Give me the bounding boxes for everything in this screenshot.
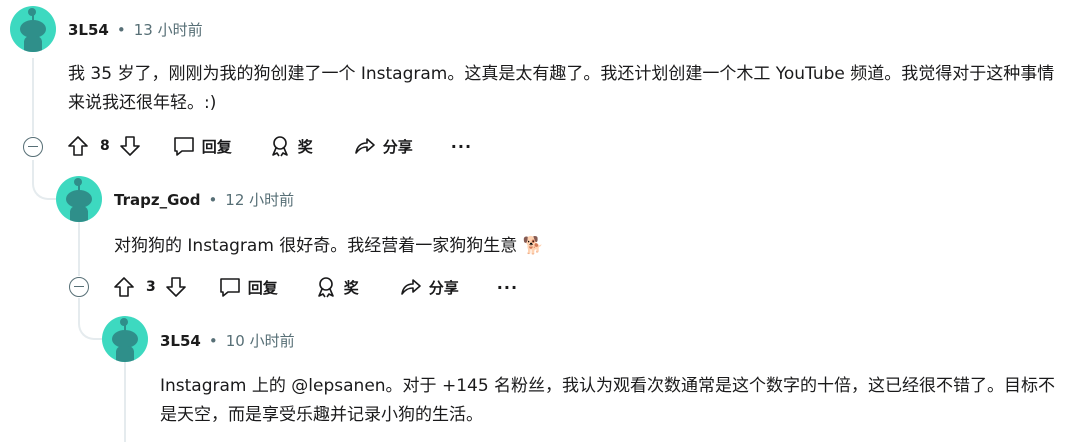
arrow-down-icon[interactable]	[164, 275, 188, 299]
share-arrow-icon	[399, 275, 423, 299]
speech-bubble-icon	[172, 134, 196, 158]
share-button[interactable]: 分享	[399, 275, 459, 299]
avatar[interactable]	[56, 176, 102, 222]
speech-bubble-icon	[218, 275, 242, 299]
more-options-button[interactable]: ···	[451, 137, 472, 156]
comment-body: 我 35 岁了，刚刚为我的狗创建了一个 Instagram。这真是太有趣了。我还…	[68, 64, 1055, 113]
separator-dot: •	[208, 331, 218, 350]
award-button[interactable]: 奖	[314, 275, 359, 299]
reply-button[interactable]: 回复	[172, 134, 232, 158]
separator-dot: •	[116, 20, 126, 39]
reply-label: 回复	[247, 278, 278, 297]
arrow-up-icon[interactable]	[66, 134, 90, 158]
share-label: 分享	[428, 278, 459, 297]
separator-dot: •	[208, 190, 218, 209]
share-button[interactable]: 分享	[353, 134, 413, 158]
share-label: 分享	[382, 137, 413, 156]
reply-label: 回复	[201, 137, 232, 156]
avatar[interactable]	[10, 6, 56, 52]
collapse-button[interactable]	[69, 277, 89, 297]
comment-body: 对狗狗的 Instagram 很好奇。我经营着一家狗狗生意 🐕	[114, 236, 544, 256]
award-ribbon-icon	[314, 275, 338, 299]
collapse-button[interactable]	[23, 137, 43, 157]
reply-button[interactable]: 回复	[218, 275, 278, 299]
timestamp[interactable]: 10 小时前	[226, 330, 295, 351]
award-label: 奖	[343, 278, 359, 297]
vote-count: 8	[100, 138, 110, 154]
award-label: 奖	[297, 137, 313, 156]
vote-count: 3	[146, 279, 156, 295]
award-button[interactable]: 奖	[268, 134, 313, 158]
username[interactable]: 3L54	[68, 21, 109, 39]
username[interactable]: 3L54	[160, 332, 201, 350]
timestamp[interactable]: 12 小时前	[225, 189, 294, 210]
award-ribbon-icon	[268, 134, 292, 158]
comment-actions: 8 回复 奖 分享 ···	[66, 134, 472, 158]
timestamp[interactable]: 13 小时前	[134, 19, 203, 40]
comment-actions: 3 回复 奖 分享 ···	[112, 275, 518, 299]
arrow-down-icon[interactable]	[118, 134, 142, 158]
comment-meta: 3L54 • 10 小时前	[160, 330, 295, 351]
avatar[interactable]	[102, 316, 148, 362]
arrow-up-icon[interactable]	[112, 275, 136, 299]
comment-meta: Trapz_God • 12 小时前	[114, 189, 294, 210]
share-arrow-icon	[353, 134, 377, 158]
username[interactable]: Trapz_God	[114, 191, 200, 209]
more-options-button[interactable]: ···	[497, 278, 518, 297]
comment-meta: 3L54 • 13 小时前	[68, 19, 203, 40]
comment-body: Instagram 上的 @lepsanen。对于 +145 名粉丝，我认为观看…	[160, 376, 1056, 425]
